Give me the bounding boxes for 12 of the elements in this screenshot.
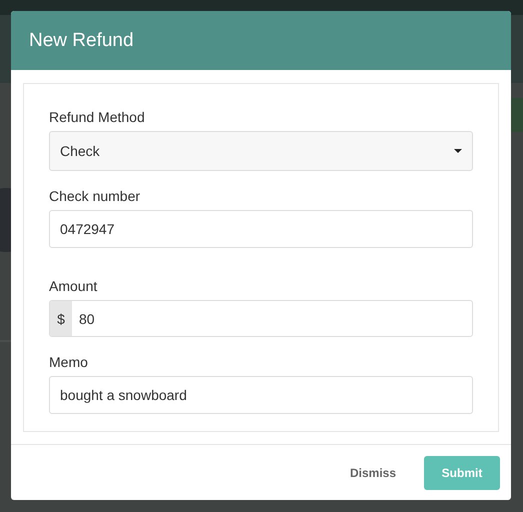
field-label: Check number (49, 188, 142, 204)
field-label: Memo (49, 354, 89, 370)
input-field[interactable]: $ 80 (49, 300, 473, 338)
field-label: Amount (49, 278, 98, 294)
select-field[interactable]: Check (49, 131, 473, 172)
dialog-title: New Refund (29, 30, 134, 52)
caret-icon (454, 149, 462, 154)
dismiss-button[interactable]: Dismiss (350, 466, 396, 480)
input-field[interactable]: 0472947 (49, 210, 473, 248)
currency-addon: $ (50, 301, 72, 336)
input-field[interactable]: bought a snowboard (49, 376, 473, 414)
field-label: Refund Method (49, 109, 146, 126)
